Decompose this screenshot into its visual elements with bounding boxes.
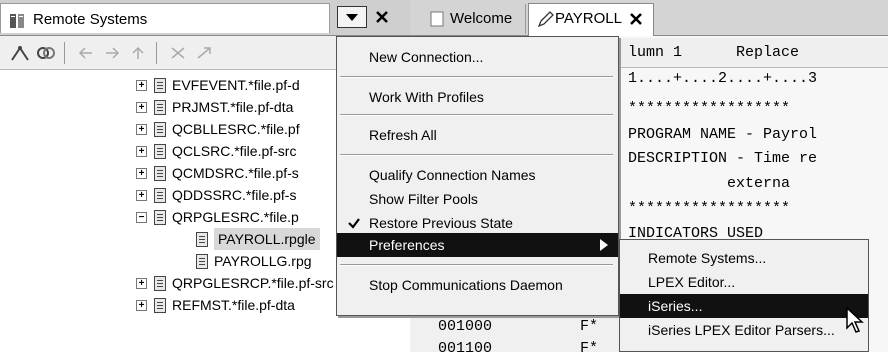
code-line: externa [628, 175, 791, 192]
menu-item-label: Restore Previous State [369, 215, 513, 231]
submenu-item[interactable]: iSeries... [620, 294, 868, 318]
tree-item[interactable]: QCBLLESRC.*file.pf [172, 118, 300, 140]
expand-toggle[interactable]: + [136, 124, 147, 135]
menu-separator [340, 76, 613, 78]
tree-item[interactable]: QRPGLESRC.*file.p [172, 206, 299, 228]
chevron-down-icon [346, 14, 358, 21]
tab-welcome[interactable]: Welcome [418, 4, 526, 34]
triangle-right-icon [600, 239, 608, 251]
source-file-icon [154, 188, 166, 203]
source-file-icon [154, 78, 166, 93]
code-line: PROGRAM NAME - Payrol [628, 126, 818, 143]
sequence-number: 001100 [438, 340, 493, 352]
expand-toggle[interactable]: + [136, 168, 147, 179]
expand-toggle[interactable]: + [136, 146, 147, 157]
menu-item-label: Work With Profiles [369, 89, 484, 105]
submenu-item[interactable]: iSeries LPEX Editor Parsers... [620, 318, 868, 342]
ruler-title: lumn 1 Replace [628, 44, 800, 61]
link-with-editor-icon[interactable] [194, 44, 214, 62]
link-icon[interactable] [36, 44, 56, 62]
remote-systems-icon [10, 14, 24, 28]
expand-toggle[interactable]: + [136, 190, 147, 201]
member-icon [196, 254, 208, 269]
expand-toggle[interactable]: + [136, 102, 147, 113]
tree-item[interactable]: PAYROLL.rpgle [214, 228, 320, 250]
back-icon[interactable] [76, 44, 96, 62]
view-menu-button[interactable] [337, 6, 367, 28]
up-icon[interactable] [128, 44, 148, 62]
expand-toggle[interactable]: + [136, 278, 147, 289]
close-icon[interactable] [627, 10, 645, 28]
ruler-scale: 1....+....2....+....3 [628, 70, 818, 87]
tree-item[interactable]: PAYROLLG.rpg [214, 250, 312, 272]
pencil-icon [537, 11, 554, 28]
tab-payroll-label: PAYROLL [555, 10, 622, 27]
menu-item[interactable]: Restore Previous State [337, 211, 618, 235]
code-line: DESCRIPTION - Time re [628, 150, 818, 167]
menu-item-label: Refresh All [369, 127, 437, 143]
menu-item[interactable]: Qualify Connection Names [337, 163, 618, 187]
menu-item-label: Qualify Connection Names [369, 167, 536, 183]
menu-item[interactable]: Stop Communications Daemon [337, 273, 618, 297]
menu-item-label: Show Filter Pools [369, 191, 478, 207]
source-file-icon [154, 276, 166, 291]
submenu-item[interactable]: Remote Systems... [620, 246, 868, 270]
sequence-mark: F* [580, 340, 599, 352]
forward-icon[interactable] [102, 44, 122, 62]
source-file-icon [154, 166, 166, 181]
source-file-icon [154, 122, 166, 137]
menu-item-label: Stop Communications Daemon [369, 277, 563, 293]
menu-separator [340, 154, 613, 156]
tree-item[interactable]: QCMDSRC.*file.pf-s [172, 162, 299, 184]
page-icon [430, 11, 444, 27]
menu-item-label: Preferences [369, 237, 445, 253]
mouse-pointer-icon [846, 306, 864, 333]
collapse-toggle[interactable]: − [136, 212, 147, 223]
collapse-all-icon[interactable] [168, 44, 188, 62]
new-connection-icon[interactable] [10, 44, 30, 62]
expand-toggle[interactable]: + [136, 80, 147, 91]
tab-payroll[interactable]: PAYROLL [528, 3, 654, 36]
tree-item[interactable]: QRPGLESRCP.*file.pf-src [172, 272, 334, 294]
menu-separator [340, 264, 613, 266]
sequence-mark: F* [580, 318, 599, 335]
menu-item-label: New Connection... [369, 49, 484, 65]
menu-item[interactable]: Work With Profiles [337, 85, 618, 109]
close-view-button[interactable] [372, 7, 392, 27]
code-line: ****************** [628, 200, 791, 217]
remote-systems-view-tab[interactable]: Remote Systems [0, 3, 330, 33]
tree-item[interactable]: QCLSRC.*file.pf-src [172, 140, 296, 162]
menu-item[interactable]: Preferences [337, 233, 618, 257]
source-file-icon [154, 144, 166, 159]
tree-item[interactable]: EVFEVENT.*file.pf-d [172, 74, 300, 96]
code-line: ****************** [628, 100, 791, 117]
tab-welcome-label: Welcome [450, 10, 513, 27]
submenu-item[interactable]: LPEX Editor... [620, 270, 868, 294]
tree-item[interactable]: REFMST.*file.pf-dta [172, 294, 295, 316]
expand-toggle[interactable]: + [136, 300, 147, 311]
source-file-icon [154, 298, 166, 313]
menu-separator [340, 114, 613, 116]
tree-item[interactable]: PRJMST.*file.pf-dta [172, 96, 293, 118]
remote-systems-title: Remote Systems [33, 11, 148, 28]
close-icon [376, 11, 388, 23]
member-icon [196, 232, 208, 247]
tree-item[interactable]: QDDSSRC.*file.pf-s [172, 184, 296, 206]
checkmark-icon [348, 218, 360, 229]
menu-item[interactable]: Refresh All [337, 123, 618, 147]
source-file-icon [154, 210, 166, 225]
menu-item[interactable]: New Connection... [337, 45, 618, 69]
source-file-icon [154, 100, 166, 115]
menu-item[interactable]: Show Filter Pools [337, 187, 618, 211]
sequence-number: 001000 [438, 318, 493, 335]
